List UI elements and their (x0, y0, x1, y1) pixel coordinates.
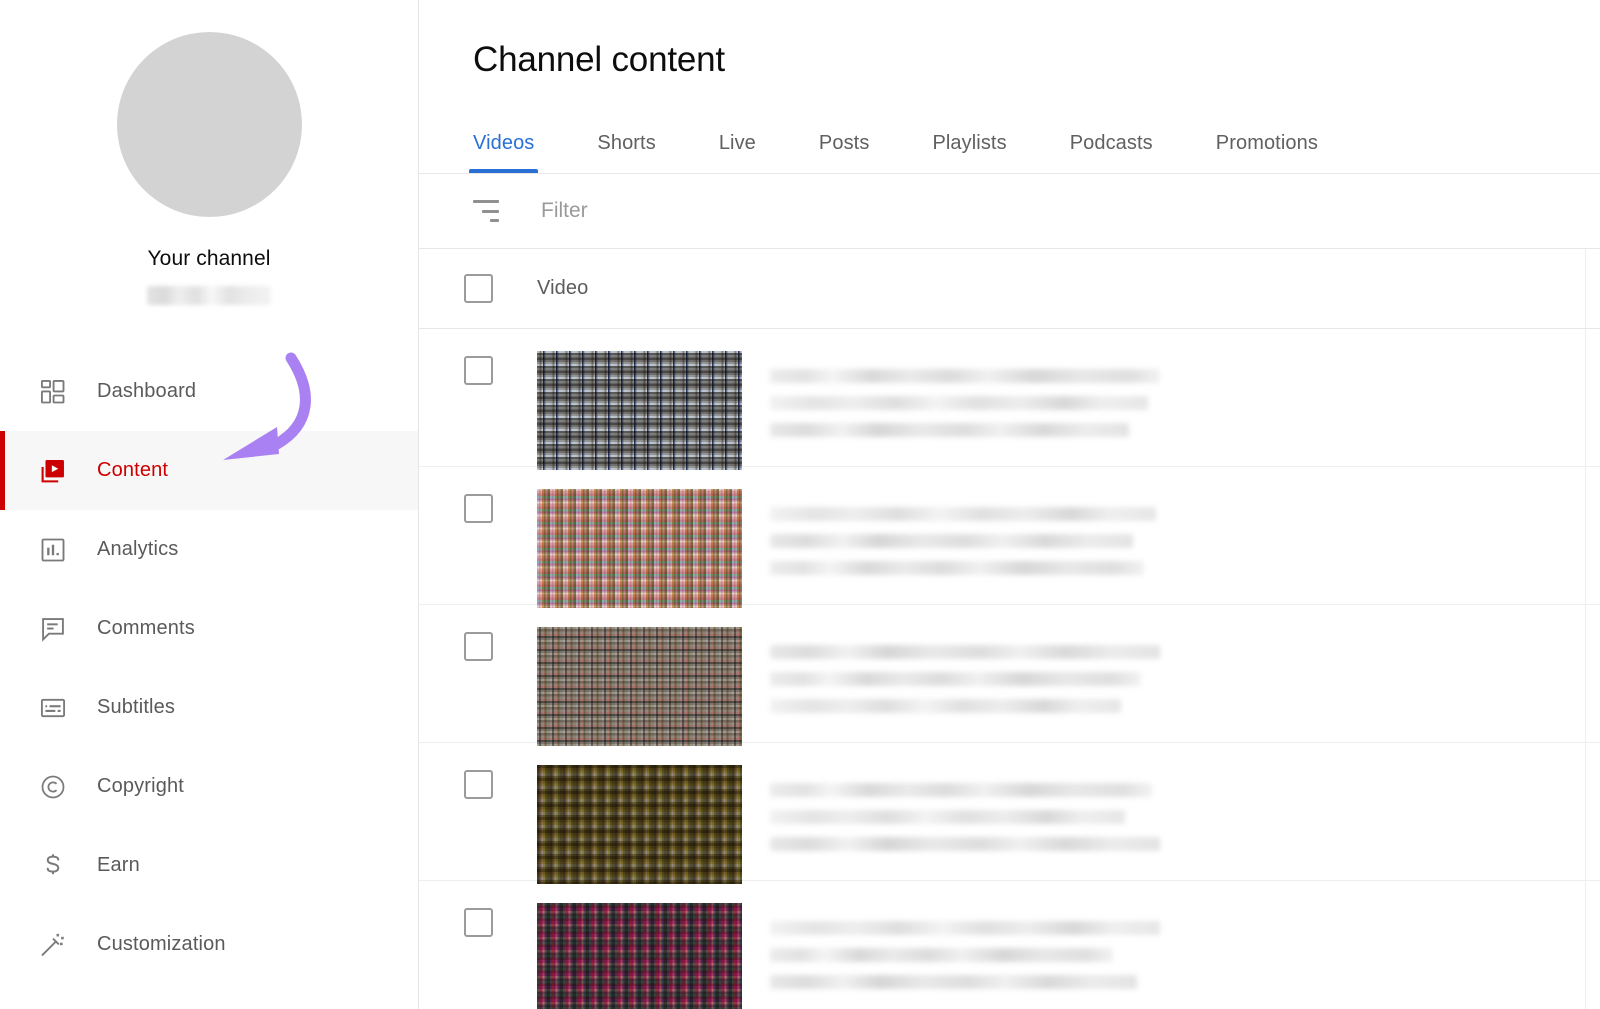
sidebar-item-subtitles[interactable]: Subtitles (0, 668, 418, 747)
sidebar-item-label: Copyright (97, 775, 184, 798)
tab-label: Videos (473, 132, 534, 154)
tab-videos[interactable]: Videos (473, 132, 534, 173)
table-row[interactable]: Public None (419, 329, 1600, 467)
row-visibility-cell: Public (1586, 467, 1600, 522)
row-checkbox[interactable] (464, 494, 493, 523)
bar-chart-icon (38, 535, 68, 565)
sidebar: Your channel Dashboard (0, 0, 419, 1009)
video-title-redacted (770, 765, 1160, 851)
channel-title: Your channel (147, 248, 270, 269)
tab-playlists[interactable]: Playlists (932, 132, 1006, 173)
channel-block: Your channel (0, 32, 418, 305)
comment-bubble-icon (38, 614, 68, 644)
tab-label: Live (719, 132, 756, 154)
video-library-icon (38, 456, 68, 486)
select-all-cell (419, 274, 537, 303)
sidebar-item-dashboard[interactable]: Dashboard (0, 352, 418, 431)
table-header-row: Video Visibility Restrictions (419, 249, 1600, 329)
videos-table: Video Visibility Restrictions (419, 249, 1600, 1009)
table-row[interactable]: Public None (419, 743, 1600, 881)
row-visibility-cell: Public (1586, 743, 1600, 798)
row-visibility-cell: Public (1586, 881, 1600, 936)
subtitles-icon (38, 693, 68, 723)
page-title: Channel content (419, 0, 1600, 80)
sidebar-item-customization[interactable]: Customization (0, 905, 418, 984)
tab-live[interactable]: Live (719, 132, 756, 173)
dollar-sign-icon (38, 851, 68, 881)
row-video-cell (537, 881, 1586, 1009)
row-select-cell (419, 467, 537, 523)
sidebar-item-label: Earn (97, 854, 140, 877)
youtube-studio-page: Your channel Dashboard (0, 0, 1600, 1009)
row-checkbox[interactable] (464, 356, 493, 385)
video-thumbnail-redacted[interactable] (537, 903, 742, 1009)
sidebar-item-comments[interactable]: Comments (0, 589, 418, 668)
sidebar-item-label: Customization (97, 933, 226, 956)
select-all-checkbox[interactable] (464, 274, 493, 303)
sidebar-item-label: Comments (97, 617, 195, 640)
copyright-icon (38, 772, 68, 802)
filter-bar (419, 174, 1600, 249)
table-row[interactable]: Public None (419, 605, 1600, 743)
row-video-cell (537, 743, 1586, 880)
row-select-cell (419, 605, 537, 661)
table-row[interactable]: Public None (419, 467, 1600, 605)
row-checkbox[interactable] (464, 908, 493, 937)
dashboard-grid-icon (38, 377, 68, 407)
video-title-redacted (770, 351, 1160, 437)
column-header-video: Video (537, 249, 1586, 328)
column-header-label: Video (537, 277, 588, 300)
main-content: Channel content Videos Shorts Live Posts… (419, 0, 1600, 1009)
tab-label: Playlists (932, 132, 1006, 154)
row-visibility-cell: Public (1586, 605, 1600, 660)
video-title-redacted (770, 627, 1160, 713)
row-select-cell (419, 881, 537, 937)
tab-promotions[interactable]: Promotions (1216, 132, 1318, 173)
filter-input[interactable] (541, 199, 1041, 223)
row-select-cell (419, 329, 537, 385)
tab-podcasts[interactable]: Podcasts (1070, 132, 1153, 173)
row-select-cell (419, 743, 537, 799)
tab-label: Promotions (1216, 132, 1318, 154)
sidebar-item-label: Content (97, 459, 168, 482)
video-thumbnail-redacted[interactable] (537, 351, 742, 470)
content-tabs: Videos Shorts Live Posts Playlists Podca… (419, 115, 1600, 174)
row-visibility-cell: Public (1586, 329, 1600, 384)
video-thumbnail-redacted[interactable] (537, 765, 742, 884)
row-video-cell (537, 605, 1586, 742)
tab-label: Podcasts (1070, 132, 1153, 154)
video-thumbnail-redacted[interactable] (537, 489, 742, 608)
avatar[interactable] (117, 32, 302, 217)
table-row[interactable]: Public None (419, 881, 1600, 1009)
sidebar-item-label: Subtitles (97, 696, 175, 719)
row-video-cell (537, 329, 1586, 466)
magic-wand-icon (38, 930, 68, 960)
sidebar-nav: Dashboard Content (0, 352, 418, 984)
row-video-cell (537, 467, 1586, 604)
tab-shorts[interactable]: Shorts (597, 132, 655, 173)
row-checkbox[interactable] (464, 770, 493, 799)
sidebar-item-copyright[interactable]: Copyright (0, 747, 418, 826)
video-title-redacted (770, 489, 1160, 575)
tab-label: Posts (819, 132, 870, 154)
sidebar-item-earn[interactable]: Earn (0, 826, 418, 905)
sidebar-item-content[interactable]: Content (0, 431, 418, 510)
tab-posts[interactable]: Posts (819, 132, 870, 173)
video-title-redacted (770, 903, 1160, 989)
channel-handle-redacted (147, 286, 271, 305)
column-header-visibility: Visibility (1586, 277, 1600, 300)
row-checkbox[interactable] (464, 632, 493, 661)
filter-lines-icon[interactable] (473, 200, 499, 222)
sidebar-item-label: Analytics (97, 538, 178, 561)
sidebar-item-label: Dashboard (97, 380, 196, 403)
sidebar-item-analytics[interactable]: Analytics (0, 510, 418, 589)
tab-label: Shorts (597, 132, 655, 154)
video-thumbnail-redacted[interactable] (537, 627, 742, 746)
